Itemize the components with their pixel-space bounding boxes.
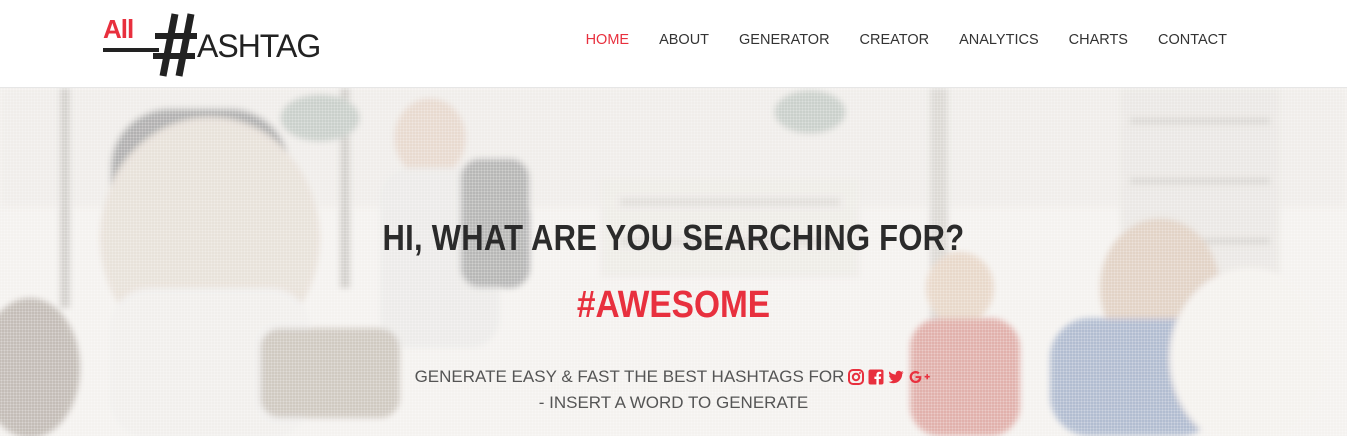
hero-subtitle-line2: - INSERT A WORD TO GENERATE <box>538 393 809 412</box>
social-icons <box>848 369 932 385</box>
site-logo[interactable]: All ASHTAG <box>103 12 348 78</box>
nav-item-about[interactable]: ABOUT <box>644 31 724 49</box>
hero-content: HI, WHAT ARE YOU SEARCHING FOR? #AWESOME… <box>0 88 1347 436</box>
logo-text-all: All <box>103 14 134 44</box>
logo-underline <box>103 48 159 52</box>
nav-item-generator[interactable]: GENERATOR <box>724 31 845 49</box>
logo-text-ashtag: ASHTAG <box>197 28 321 64</box>
site-header: All ASHTAG HOME ABOUT GENERATOR CREATOR … <box>0 0 1347 88</box>
hero-title: HI, WHAT ARE YOU SEARCHING FOR? <box>382 217 965 258</box>
hero-section: HI, WHAT ARE YOU SEARCHING FOR? #AWESOME… <box>0 88 1347 436</box>
nav-item-creator[interactable]: CREATOR <box>845 31 945 49</box>
hero-hashtag: #AWESOME <box>576 284 771 326</box>
hero-subtitle-line1: GENERATE EASY & FAST THE BEST HASHTAGS F… <box>0 366 1347 388</box>
nav-item-contact[interactable]: CONTACT <box>1143 31 1242 49</box>
hero-subtitle-text: GENERATE EASY & FAST THE BEST HASHTAGS F… <box>414 367 845 386</box>
hash-icon <box>153 13 197 77</box>
twitter-icon[interactable] <box>888 369 904 385</box>
google-plus-icon[interactable] <box>908 369 932 385</box>
nav-item-analytics[interactable]: ANALYTICS <box>944 31 1054 49</box>
facebook-icon[interactable] <box>868 369 884 385</box>
nav-item-home[interactable]: HOME <box>571 31 645 49</box>
nav-item-charts[interactable]: CHARTS <box>1054 31 1143 49</box>
instagram-icon[interactable] <box>848 369 865 385</box>
main-nav: HOME ABOUT GENERATOR CREATOR ANALYTICS C… <box>571 31 1242 49</box>
